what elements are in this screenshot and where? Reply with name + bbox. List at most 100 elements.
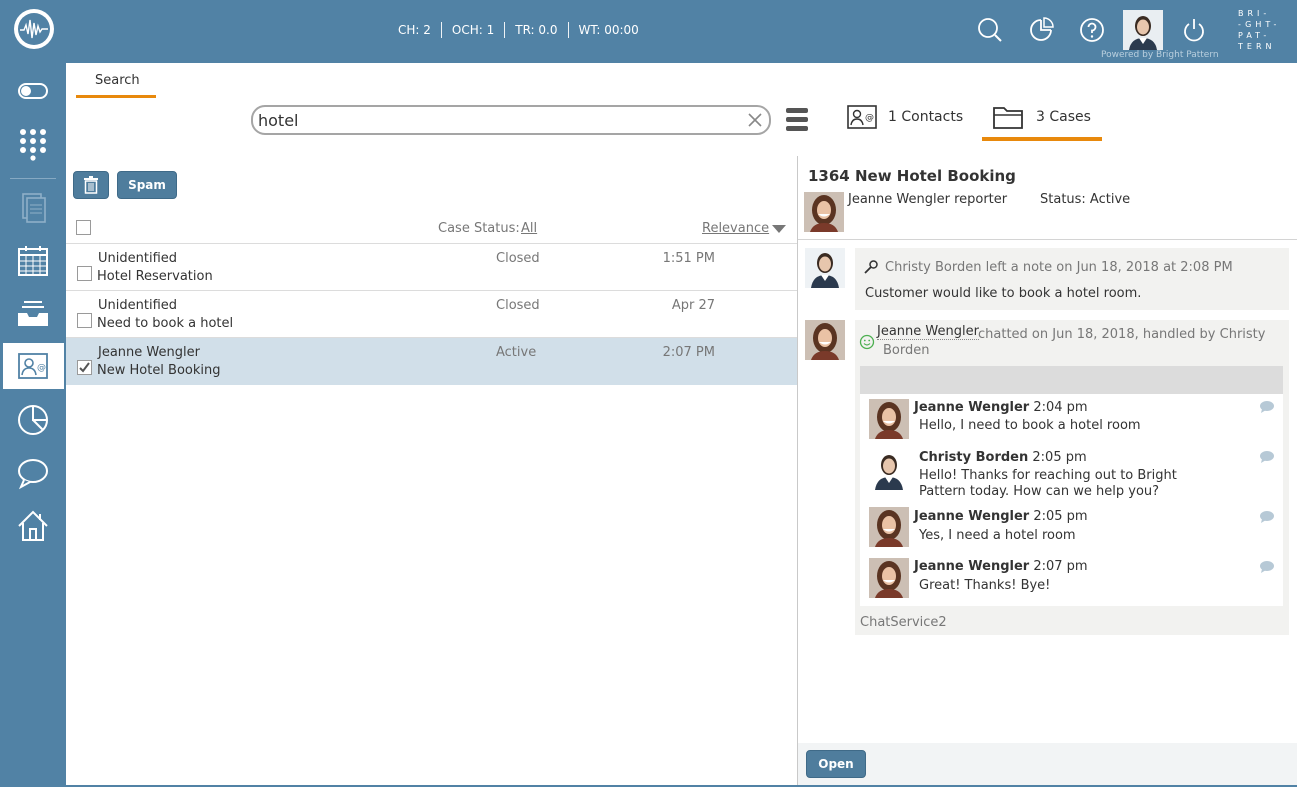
reports-icon[interactable] <box>15 402 51 438</box>
select-all-checkbox[interactable] <box>76 220 91 235</box>
brand-line: BRI- <box>1238 9 1271 18</box>
note-header: Christy Borden left a note on Jun 18, 20… <box>885 260 1233 275</box>
dialpad-icon[interactable] <box>15 125 51 161</box>
stat-tr: TR: 0.0 <box>515 23 558 37</box>
row-time: 1:51 PM <box>662 251 715 266</box>
table-row-selected[interactable]: Jeanne Wengler New Hotel Booking Active … <box>66 338 797 385</box>
message-bubble-icon <box>1259 510 1275 524</box>
note-text: Customer would like to book a hotel room… <box>865 286 1142 301</box>
customer-avatar <box>805 320 845 360</box>
row-name: Unidentified <box>98 251 178 266</box>
rail-separator <box>10 178 56 179</box>
search-icon[interactable] <box>976 16 1004 44</box>
table-row[interactable]: Unidentified Hotel Reservation Closed 1:… <box>66 244 797 291</box>
message-author: Christy Borden <box>919 450 1029 465</box>
svg-text:@: @ <box>37 363 46 373</box>
message-avatar <box>869 558 909 598</box>
contacts-icon[interactable]: @ <box>15 348 51 384</box>
stat-wt: WT: 00:00 <box>578 23 639 37</box>
message-text: Hello, I need to book a hotel room <box>919 418 1141 433</box>
message-header: Jeanne Wengler 2:05 pm <box>914 509 1088 524</box>
row-subject: Hotel Reservation <box>97 269 213 284</box>
message-text: Hello! Thanks for reaching out to Bright <box>919 468 1177 483</box>
brand-line: TERN <box>1238 42 1276 51</box>
brand-logo: BRI- -GHT- PAT- TERN <box>1238 8 1280 52</box>
checkmark-icon <box>79 362 90 373</box>
message-avatar <box>869 450 909 490</box>
row-subject: Need to book a hotel <box>97 316 234 331</box>
tab-search-underline <box>76 95 156 98</box>
chat-meta-cont: Borden <box>883 343 930 358</box>
row-status: Closed <box>496 298 540 313</box>
tab-cases-underline <box>982 137 1102 141</box>
agent-avatar <box>805 248 845 288</box>
message-bubble-icon <box>1259 400 1275 414</box>
row-name: Unidentified <box>98 298 178 313</box>
chat-transcript-header <box>860 366 1283 394</box>
case-status-filter[interactable]: All <box>521 221 537 236</box>
message-header: Jeanne Wengler 2:04 pm <box>914 400 1088 415</box>
message-header: Jeanne Wengler 2:07 pm <box>914 559 1088 574</box>
tab-search[interactable]: Search <box>95 73 140 88</box>
folder-icon <box>993 107 1023 129</box>
case-title: 1364 New Hotel Booking <box>808 167 1016 185</box>
user-avatar[interactable] <box>1123 10 1163 50</box>
tab-cases[interactable]: 3 Cases <box>992 101 1091 133</box>
row-status: Active <box>496 345 537 360</box>
row-subject: New Hotel Booking <box>97 363 221 378</box>
message-time: 2:07 pm <box>1033 559 1088 574</box>
message-text-cont: Pattern today. How can we help you? <box>919 484 1160 499</box>
trash-icon <box>84 176 98 194</box>
message-author: Jeanne Wengler <box>914 509 1030 524</box>
delete-button[interactable] <box>73 171 109 199</box>
message-author: Jeanne Wengler <box>914 559 1030 574</box>
chat-icon[interactable] <box>15 455 51 491</box>
menu-icon[interactable] <box>786 107 808 133</box>
logo-icon[interactable] <box>14 9 54 49</box>
message-bubble-icon <box>1259 450 1275 464</box>
sort-arrow-icon[interactable] <box>772 225 786 233</box>
sort-relevance[interactable]: Relevance <box>702 221 769 236</box>
message-text: Yes, I need a hotel room <box>919 528 1076 543</box>
stat-ch: CH: 2 <box>398 23 431 37</box>
message-text: Great! Thanks! Bye! <box>919 578 1051 593</box>
row-time: Apr 27 <box>671 298 715 313</box>
tab-cases-label: 3 Cases <box>1036 109 1091 125</box>
brand-line: PAT- <box>1238 31 1271 40</box>
message-author: Jeanne Wengler <box>914 400 1030 415</box>
case-status-label: Case Status: <box>438 221 520 236</box>
brand-line: -GHT- <box>1238 20 1281 29</box>
spam-button[interactable]: Spam <box>117 171 177 199</box>
row-time: 2:07 PM <box>662 345 715 360</box>
stat-och: OCH: 1 <box>451 23 495 37</box>
pin-icon <box>863 259 879 275</box>
smiley-icon <box>859 334 875 350</box>
tab-contacts[interactable]: @ 1 Contacts <box>846 101 963 133</box>
clear-search-icon[interactable] <box>745 110 765 130</box>
agent-stats: CH: 2 OCH: 1 TR: 0.0 WT: 00:00 <box>398 22 639 38</box>
inbox-icon[interactable] <box>15 296 51 332</box>
table-row[interactable]: Unidentified Need to book a hotel Closed… <box>66 291 797 338</box>
calendar-icon[interactable] <box>15 243 51 279</box>
message-time: 2:05 pm <box>1032 450 1087 465</box>
row-checkbox[interactable] <box>77 266 92 281</box>
power-icon[interactable] <box>1180 16 1208 44</box>
case-reporter: Jeanne Wengler reporter <box>848 192 1008 207</box>
svg-text:@: @ <box>865 113 874 123</box>
detail-divider <box>798 239 1297 240</box>
help-icon[interactable] <box>1078 16 1106 44</box>
message-avatar <box>869 399 909 439</box>
dashboard-icon[interactable] <box>1027 16 1055 44</box>
toggle-icon[interactable] <box>15 73 51 109</box>
chat-customer-link[interactable]: Jeanne Wengler <box>877 324 979 340</box>
documents-icon[interactable] <box>15 190 51 226</box>
open-button[interactable]: Open <box>806 750 866 778</box>
row-checkbox[interactable] <box>77 313 92 328</box>
row-checkbox-checked[interactable] <box>77 360 92 375</box>
search-input[interactable] <box>258 110 738 130</box>
home-icon[interactable] <box>15 508 51 544</box>
pane-divider <box>797 156 798 787</box>
row-name: Jeanne Wengler <box>98 345 200 360</box>
row-status: Closed <box>496 251 540 266</box>
reporter-avatar <box>804 192 844 232</box>
